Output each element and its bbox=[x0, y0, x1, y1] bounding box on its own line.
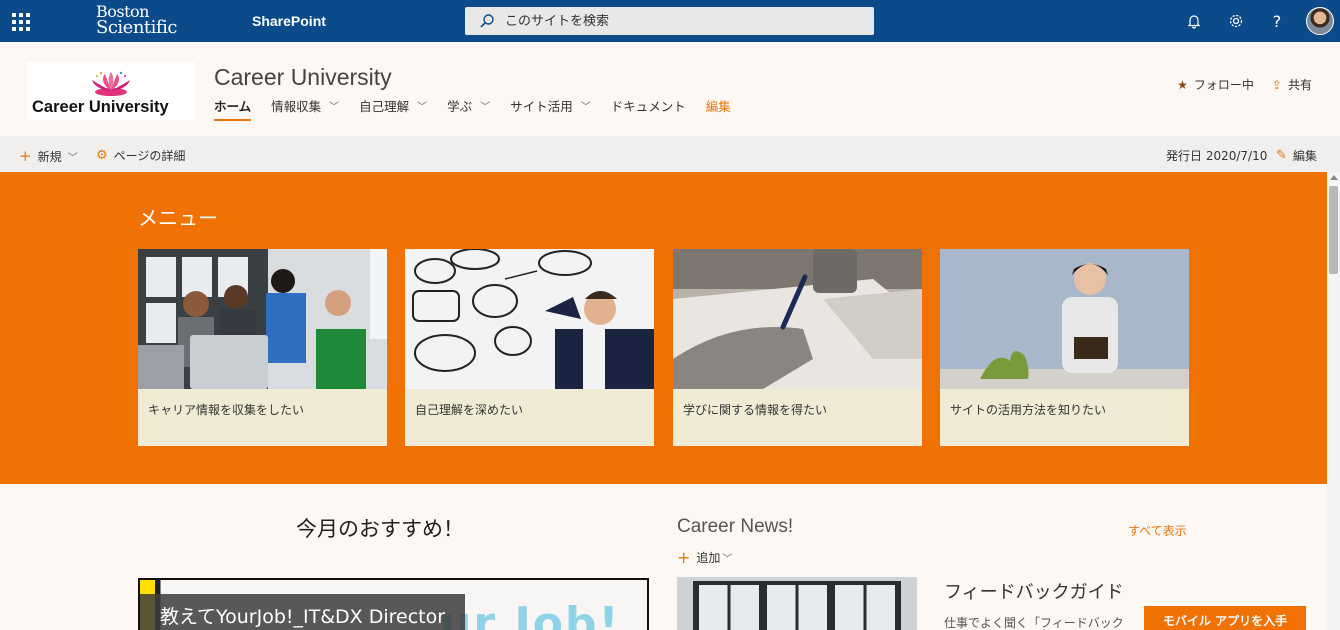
video-caption: 教えてYourJob!_IT&DX Director bbox=[140, 594, 466, 630]
nav-item-learn[interactable]: 学ぶ ﹀ bbox=[447, 94, 490, 116]
lotus-logo-icon bbox=[92, 71, 130, 96]
news-snippet: 仕事でよく聞く「フィードバック bbox=[944, 616, 1124, 630]
news-headline[interactable]: フィードバックガイド bbox=[944, 578, 1124, 604]
card-image-reading bbox=[940, 249, 1189, 389]
share-button[interactable]: ⇪ 共有 bbox=[1272, 76, 1312, 93]
nav-label: ドキュメント bbox=[610, 98, 686, 114]
brand-line-2: Scientific bbox=[96, 17, 177, 38]
nav-label: ホーム bbox=[214, 98, 252, 114]
help-icon[interactable]: ? bbox=[1267, 11, 1287, 31]
nav-edit-link[interactable]: 編集 bbox=[706, 94, 731, 116]
card-image-team bbox=[138, 249, 387, 389]
suite-bar: Boston Scientific SharePoint ? bbox=[0, 0, 1340, 42]
add-news-button[interactable]: + 追加 ﹀ bbox=[677, 548, 732, 567]
add-label: 追加 bbox=[696, 551, 721, 565]
nav-item-self-understanding[interactable]: 自己理解 ﹀ bbox=[359, 94, 427, 116]
app-launcher-icon[interactable] bbox=[10, 11, 30, 31]
logo-text: Career University bbox=[32, 98, 169, 116]
menu-card-self-understanding[interactable]: 自己理解を深めたい bbox=[405, 249, 654, 446]
site-logo[interactable]: Career University bbox=[27, 62, 195, 120]
card-image-thinking bbox=[405, 249, 654, 389]
pencil-icon: ✎ bbox=[1276, 148, 1287, 163]
notifications-bell-icon[interactable] bbox=[1184, 11, 1204, 31]
chevron-down-icon: ﹀ bbox=[480, 101, 491, 113]
company-logo[interactable]: Boston Scientific bbox=[96, 4, 177, 38]
get-mobile-app-button[interactable]: モバイル アプリを入手 bbox=[1144, 606, 1306, 630]
chevron-down-icon: ﹀ bbox=[580, 101, 591, 113]
search-box[interactable] bbox=[465, 7, 874, 35]
nav-item-site-usage[interactable]: サイト活用 ﹀ bbox=[510, 94, 591, 116]
see-all-link[interactable]: すべて表示 bbox=[1128, 522, 1187, 539]
menu-card-career-info[interactable]: キャリア情報を収集をしたい bbox=[138, 249, 387, 446]
edit-page-button[interactable]: ✎ 編集 bbox=[1276, 147, 1317, 164]
chevron-down-icon: ﹀ bbox=[67, 152, 78, 164]
menu-card-learning[interactable]: 学びに関する情報を得たい bbox=[673, 249, 922, 446]
new-label: 新規 bbox=[37, 149, 62, 164]
header-actions: ★ フォロー中 ⇪ 共有 bbox=[1177, 76, 1312, 93]
new-button[interactable]: + 新規 ﹀ bbox=[19, 147, 78, 165]
search-icon bbox=[480, 14, 494, 28]
follow-button[interactable]: ★ フォロー中 bbox=[1177, 76, 1254, 93]
nav-item-home[interactable]: ホーム bbox=[214, 94, 252, 121]
chevron-down-icon: ﹀ bbox=[329, 101, 340, 113]
share-icon: ⇪ bbox=[1271, 78, 1282, 92]
sharepoint-link[interactable]: SharePoint bbox=[252, 13, 326, 29]
menu-title: メニュー bbox=[138, 206, 218, 230]
settings-gear-icon[interactable] bbox=[1226, 11, 1246, 31]
card-image-writing bbox=[673, 249, 922, 389]
nav-label: 自己理解 bbox=[359, 98, 410, 114]
plus-icon: + bbox=[677, 548, 691, 567]
page-scrollbar[interactable] bbox=[1327, 172, 1340, 630]
menu-section: メニュー キャリア情報を収集をしたい 自己理解を深めたい 学びに関する情報を得た… bbox=[0, 172, 1327, 484]
video-art-text: ur Job! bbox=[440, 598, 621, 630]
command-bar: + 新規 ﹀ ⚙ ページの詳細 発行日 2020/7/10 ✎ 編集 bbox=[0, 136, 1340, 172]
nav-label: 学ぶ bbox=[447, 98, 473, 114]
recommend-title: 今月のおすすめ！ bbox=[296, 517, 464, 541]
nav-label: 情報収集 bbox=[271, 98, 322, 114]
card-label: 自己理解を深めたい bbox=[415, 403, 524, 417]
star-icon: ★ bbox=[1177, 78, 1188, 92]
chevron-down-icon: ﹀ bbox=[417, 101, 428, 113]
search-input[interactable] bbox=[505, 13, 845, 29]
plus-icon: + bbox=[19, 147, 32, 165]
scrollbar-thumb[interactable] bbox=[1329, 186, 1338, 274]
featured-video[interactable]: ur Job! 教えてYourJob!_IT&DX Director bbox=[138, 578, 649, 630]
site-title[interactable]: Career University bbox=[214, 64, 392, 91]
page-details-label: ページの詳細 bbox=[113, 149, 186, 163]
site-header: Career University Career University ホーム … bbox=[0, 42, 1340, 136]
card-label: サイトの活用方法を知りたい bbox=[950, 403, 1107, 417]
nav-item-documents[interactable]: ドキュメント bbox=[611, 94, 686, 116]
news-title: Career News! bbox=[677, 516, 794, 537]
menu-card-site-usage[interactable]: サイトの活用方法を知りたい bbox=[940, 249, 1189, 446]
follow-label: フォロー中 bbox=[1193, 78, 1254, 92]
edit-label: 編集 bbox=[1292, 149, 1317, 163]
site-navigation: ホーム 情報収集 ﹀ 自己理解 ﹀ 学ぶ ﹀ サイト活用 ﹀ ドキュメント 編集 bbox=[214, 94, 751, 122]
scroll-up-arrow-icon[interactable] bbox=[1330, 175, 1338, 180]
page-details-button[interactable]: ⚙ ページの詳細 bbox=[96, 147, 185, 164]
news-thumbnail[interactable] bbox=[677, 577, 917, 630]
nav-item-info-gathering[interactable]: 情報収集 ﹀ bbox=[271, 94, 339, 116]
published-date: 発行日 2020/7/10 bbox=[1166, 149, 1268, 163]
nav-label: サイト活用 bbox=[510, 98, 573, 114]
user-avatar[interactable] bbox=[1306, 7, 1334, 35]
nav-label: 編集 bbox=[705, 98, 731, 114]
gear-icon: ⚙ bbox=[96, 148, 108, 163]
card-label: 学びに関する情報を得たい bbox=[683, 403, 828, 417]
share-label: 共有 bbox=[1287, 78, 1312, 92]
card-label: キャリア情報を収集をしたい bbox=[148, 403, 305, 417]
chevron-down-icon: ﹀ bbox=[722, 554, 733, 565]
